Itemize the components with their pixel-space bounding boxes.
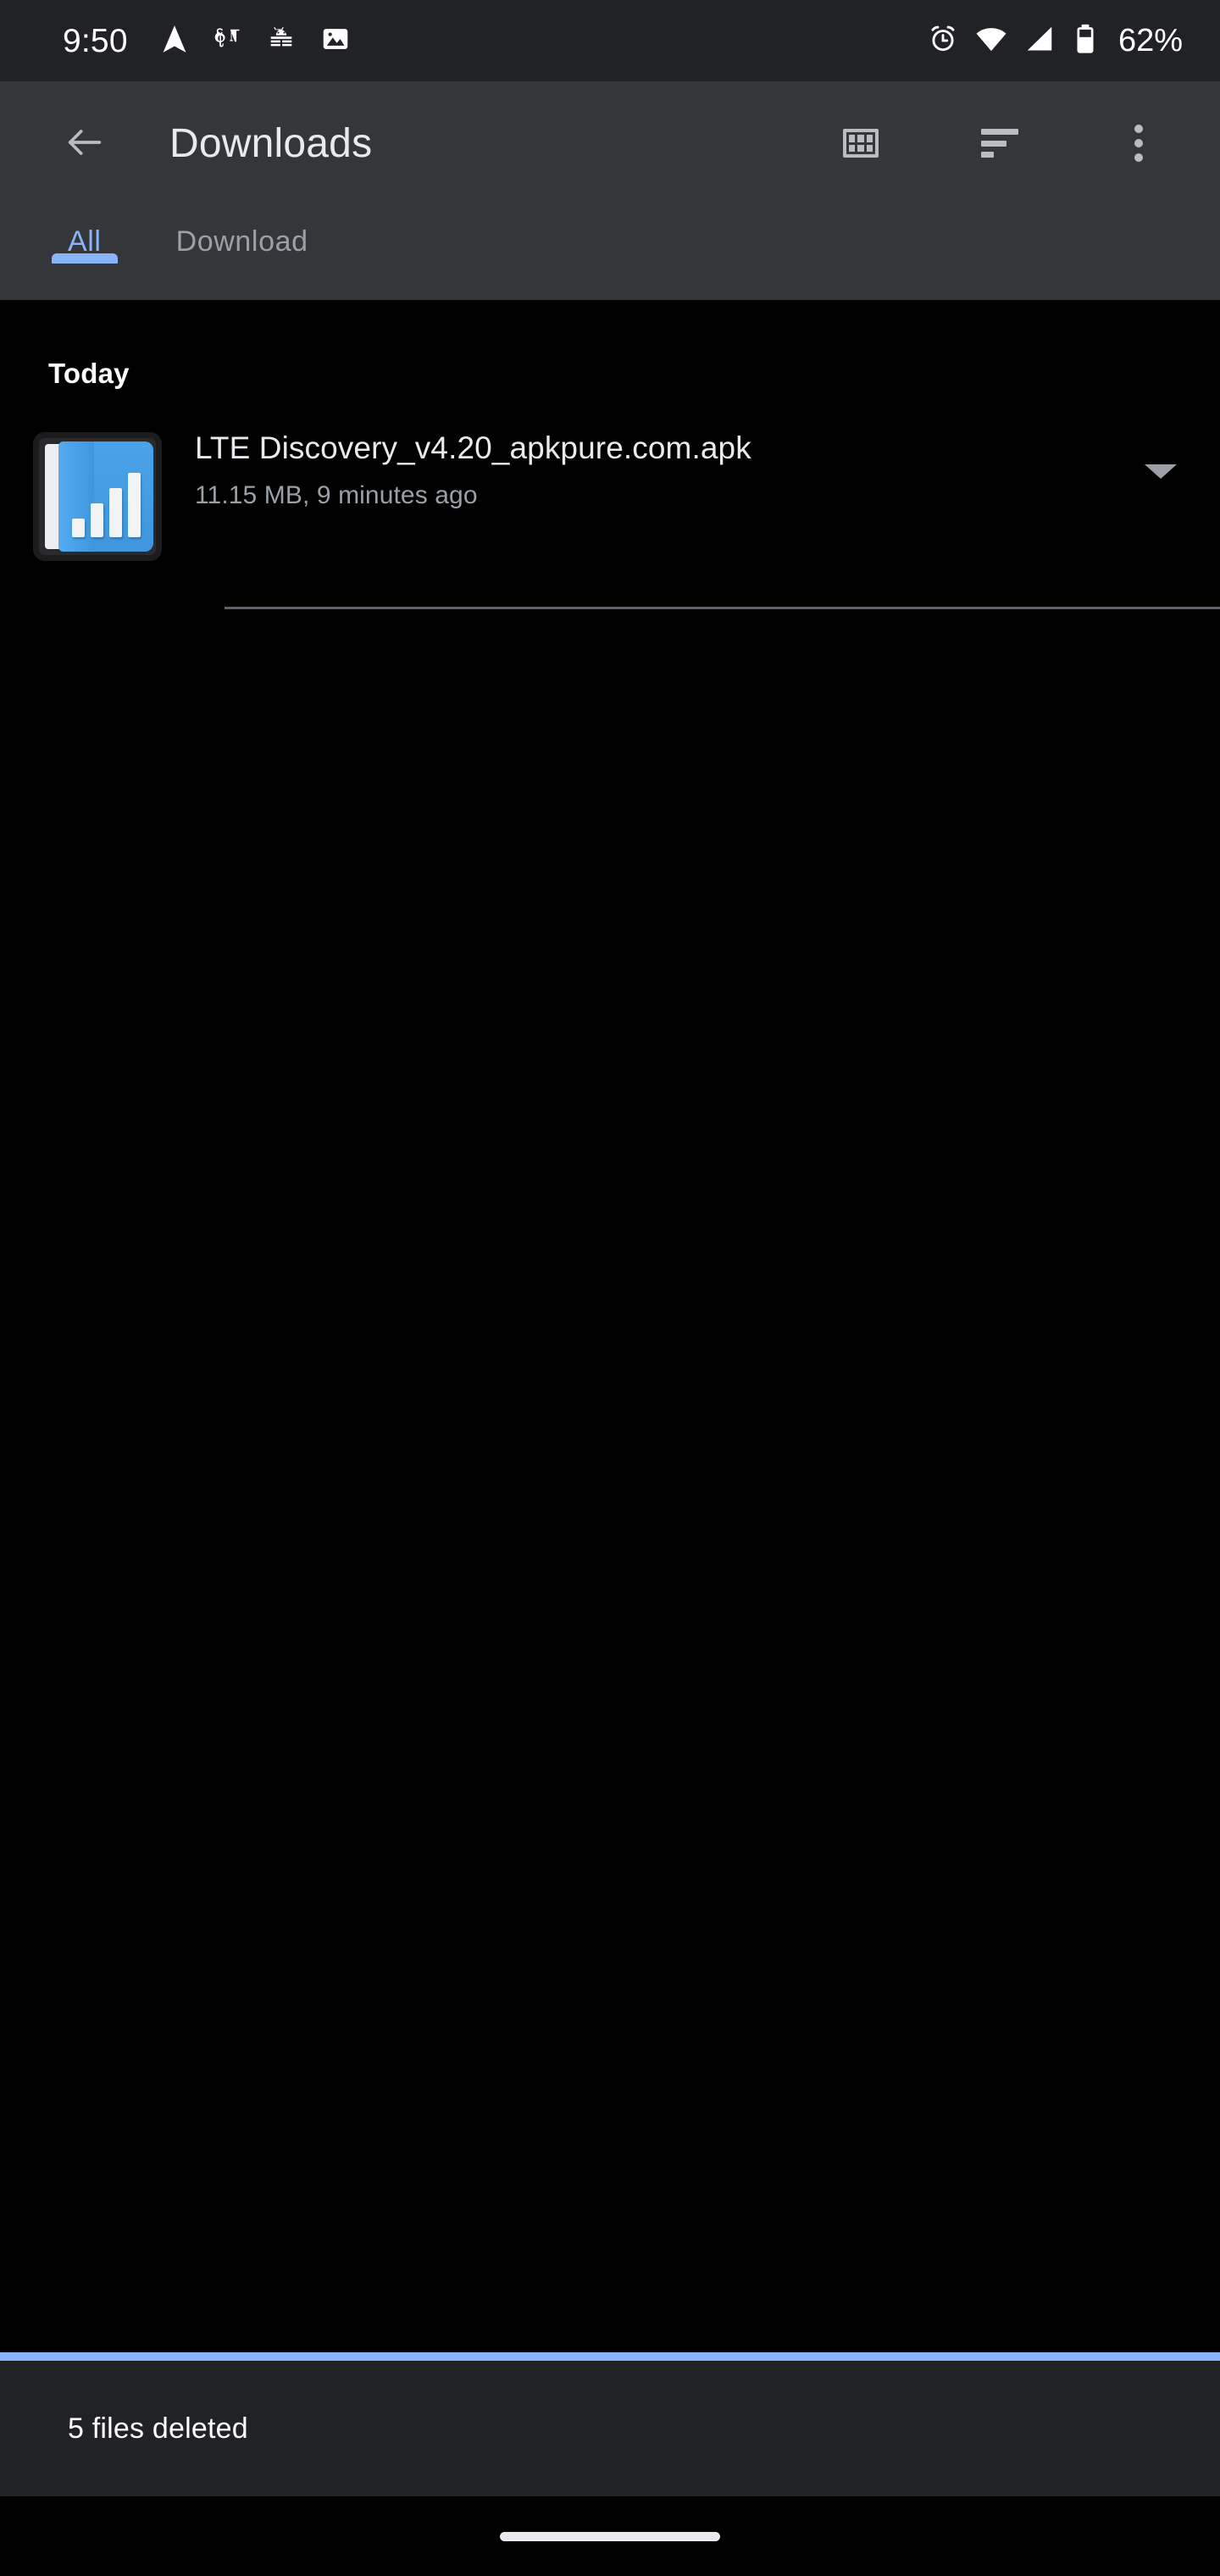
file-thumbnail (0, 429, 195, 561)
back-button[interactable] (44, 103, 125, 184)
alarm-icon (927, 23, 959, 59)
cellular-signal-icon (1023, 23, 1056, 59)
overflow-menu-icon (1134, 125, 1143, 162)
home-gesture-pill[interactable] (500, 2531, 720, 2541)
status-bar-left: 9:50 (63, 23, 927, 59)
apk-chart-icon (33, 432, 162, 561)
tab-download-label: Download (175, 225, 308, 258)
file-details: LTE Discovery_v4.20_apkpure.com.apk 11.1… (195, 429, 1101, 510)
tab-all[interactable]: All (30, 205, 139, 264)
status-bar: 9:50 62% (0, 0, 1220, 81)
tab-bar: All Download (0, 205, 1220, 300)
list-item[interactable]: LTE Discovery_v4.20_apkpure.com.apk 11.1… (0, 390, 1220, 561)
sort-button[interactable] (959, 103, 1040, 184)
status-bar-right: 62% (927, 22, 1183, 60)
app-bar-row: Downloads (0, 81, 1220, 205)
grid-view-button[interactable] (820, 103, 901, 184)
wifi-icon (974, 22, 1008, 60)
app-bar-actions (820, 103, 1179, 184)
system-navigation-bar (0, 2496, 1220, 2576)
battery-icon (1071, 23, 1100, 59)
status-clock: 9:50 (63, 22, 128, 59)
file-meta: 11.15 MB, 9 minutes ago (195, 481, 478, 510)
overflow-menu-button[interactable] (1098, 103, 1179, 184)
snackbar-message: 5 files deleted (68, 2412, 248, 2445)
downloads-screen: 9:50 62% Downloads All Download Today LT… (0, 0, 1220, 2576)
battery-percent-label: 62% (1117, 23, 1183, 58)
tab-download[interactable]: Download (139, 205, 346, 258)
back-arrow-icon (63, 120, 107, 167)
snackbar-progress-bar (0, 2352, 1220, 2361)
snackbar[interactable]: 5 files deleted (0, 2352, 1220, 2496)
android-bug-icon (265, 23, 297, 59)
file-name: LTE Discovery_v4.20_apkpure.com.apk (195, 430, 751, 465)
sort-icon (981, 129, 1018, 158)
section-header-today: Today (48, 358, 130, 389)
nytimes-icon (213, 24, 243, 58)
list-divider (225, 607, 1220, 609)
navigation-arrow-icon (158, 23, 191, 59)
expand-file-button[interactable] (1101, 429, 1220, 479)
page-title: Downloads (169, 120, 373, 166)
app-bar: Downloads All Download (0, 81, 1220, 300)
tab-active-indicator (51, 253, 118, 264)
grid-view-icon (843, 129, 879, 158)
chevron-down-icon (1145, 464, 1177, 479)
photo-icon (319, 23, 352, 59)
downloads-list: Today LTE Discovery_v4.20_apkpure.com.ap… (0, 300, 1220, 2361)
